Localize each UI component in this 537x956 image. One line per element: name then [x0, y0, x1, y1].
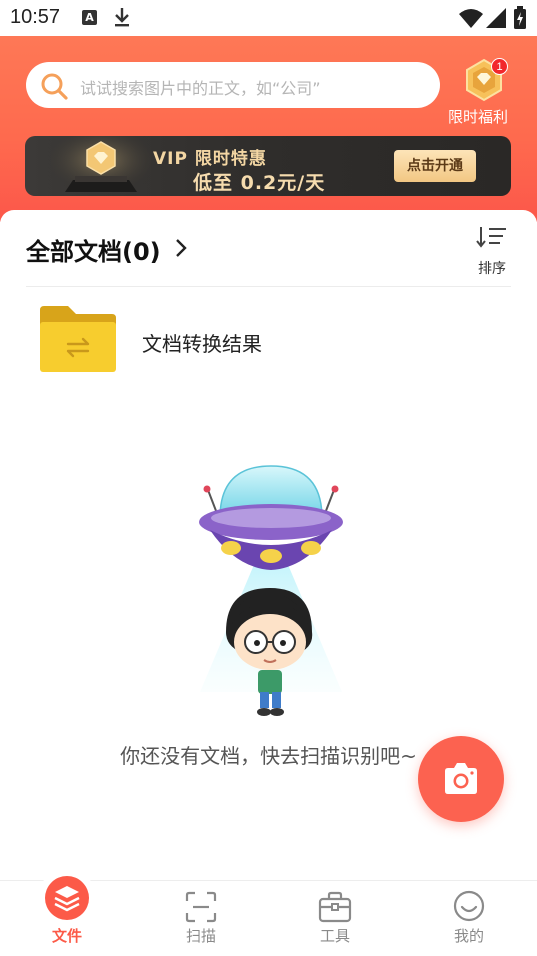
vip-banner[interactable]: VIP 限时特惠 低至 0.2元/天 点击开通 — [25, 136, 511, 196]
bottom-nav: 文件 扫描 工具 我的 — [0, 867, 537, 956]
nav-label-tools: 工具 — [319, 927, 350, 945]
vip-diamond-icon — [51, 136, 151, 196]
nav-label-scan: 扫描 — [185, 927, 216, 945]
vip-open-button[interactable]: 点击开通 — [394, 150, 476, 182]
vip-title: VIP 限时特惠 — [153, 149, 267, 169]
folder-icon — [40, 306, 116, 372]
search-icon — [41, 73, 68, 100]
gift-label: 限时福利 — [447, 108, 508, 126]
chevron-right-icon[interactable] — [174, 238, 188, 258]
layers-icon — [45, 876, 89, 920]
toolbox-icon — [318, 891, 352, 923]
limited-benefit-button[interactable]: 1 限时福利 — [446, 58, 510, 130]
all-documents-title[interactable]: 全部文档(0) — [26, 232, 161, 267]
empty-message-text: 你还没有文档，快去扫描识别吧~ — [120, 744, 417, 768]
sort-label: 排序 — [478, 261, 506, 277]
download-icon — [115, 8, 129, 27]
camera-button[interactable] — [418, 736, 504, 822]
camera-icon — [445, 763, 477, 794]
nav-item-files[interactable]: 文件 — [0, 867, 134, 956]
status-bar: 10:57 A — [0, 0, 537, 36]
search-placeholder: 试试搜索图片中的正文，如“公司” — [80, 79, 321, 98]
nav-item-me[interactable]: 我的 — [402, 881, 536, 956]
folder-conversion-results[interactable]: 文档转换结果 — [26, 298, 511, 382]
search-input[interactable]: 试试搜索图片中的正文，如“公司” — [26, 62, 440, 108]
smile-icon — [453, 890, 485, 922]
header: 试试搜索图片中的正文，如“公司” 1 限时福利 VIP 限时特惠 低至 0.2元 — [0, 36, 537, 222]
wifi-icon — [459, 9, 483, 28]
sort-button[interactable]: 排序 — [470, 224, 514, 277]
nav-label-files: 文件 — [51, 927, 82, 945]
divider — [26, 286, 511, 287]
documents-panel: 全部文档(0) 排序 文档转换结果 你还没有文档，快去扫描识别吧~ — [0, 210, 537, 882]
scan-icon — [185, 891, 217, 923]
sort-icon — [476, 227, 506, 248]
nav-label-me: 我的 — [453, 927, 484, 945]
signal-icon — [486, 8, 506, 28]
gift-badge: 1 — [491, 58, 508, 75]
nav-item-scan[interactable]: 扫描 — [134, 881, 268, 956]
folder-label: 文档转换结果 — [142, 332, 262, 356]
status-time: 10:57 — [10, 6, 61, 28]
battery-icon — [514, 6, 526, 29]
notification-a-icon: A — [82, 10, 97, 25]
nav-item-tools[interactable]: 工具 — [268, 881, 402, 956]
ufo-boy-illustration — [199, 465, 343, 716]
vip-subtitle: 低至 0.2元/天 — [193, 172, 326, 194]
